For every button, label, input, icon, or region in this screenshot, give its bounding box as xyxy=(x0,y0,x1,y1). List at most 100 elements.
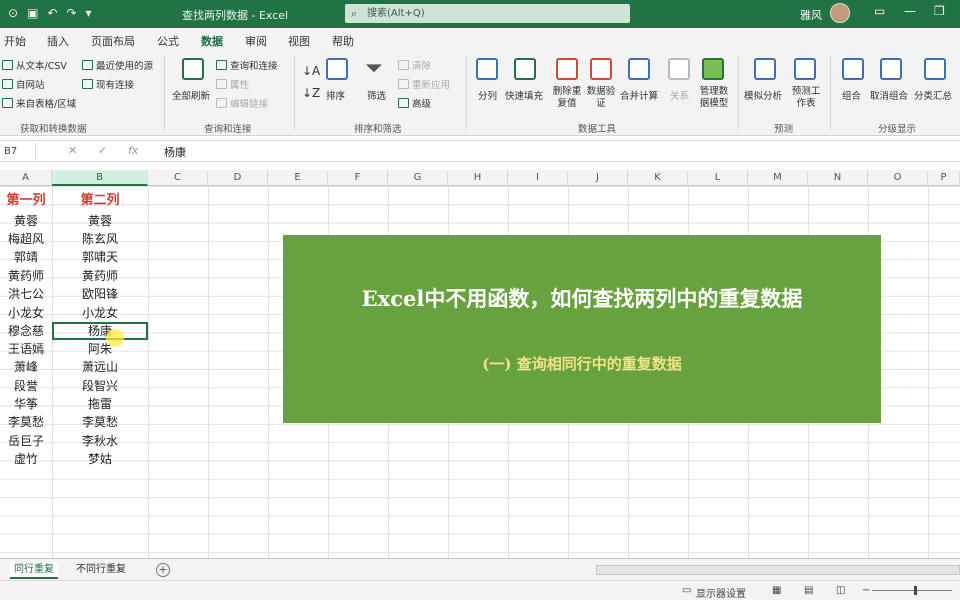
what-if-analysis-button[interactable]: 模拟分析 xyxy=(744,88,782,102)
page-layout-view-icon[interactable]: ▤ xyxy=(804,585,813,596)
cell-b-12[interactable]: 拖雷 xyxy=(52,395,148,412)
cell-b-10[interactable]: 萧远山 xyxy=(52,358,148,375)
name-box[interactable]: B7 xyxy=(0,143,36,160)
avatar[interactable] xyxy=(830,3,850,23)
cell-a-6[interactable]: 洪七公 xyxy=(0,285,52,302)
sheet-tab-same-row[interactable]: 同行重复 xyxy=(10,562,58,579)
cell-a-12[interactable]: 华筝 xyxy=(0,395,52,412)
cell-b-5[interactable]: 黄药师 xyxy=(52,267,148,284)
sort-za-icon[interactable]: ↓Z xyxy=(302,86,320,100)
remove-duplicates-button[interactable]: 删除重复值 xyxy=(552,86,582,110)
data-validation-button[interactable]: 数据验证 xyxy=(586,86,616,110)
tab-view[interactable]: 视图 xyxy=(288,33,310,49)
sort-button[interactable]: 排序 xyxy=(326,88,345,102)
queries-connections-button[interactable]: 查询和连接 xyxy=(216,58,278,72)
manage-data-model-button[interactable]: 管理数据模型 xyxy=(697,86,731,110)
cell-b-3[interactable]: 陈玄风 xyxy=(52,230,148,247)
relationships-button[interactable]: 关系 xyxy=(670,88,689,102)
cell-a-8[interactable]: 穆念慈 xyxy=(0,322,52,339)
header-cell-b[interactable]: 第二列 xyxy=(52,189,148,208)
customize-icon[interactable]: ▾ xyxy=(86,6,92,20)
formula-input[interactable]: 杨康 xyxy=(164,144,186,160)
flash-fill-button[interactable]: 快速填充 xyxy=(505,88,543,102)
edit-links-button[interactable]: 编辑链接 xyxy=(216,96,268,110)
clear-button[interactable]: 清除 xyxy=(398,58,431,72)
subtotal-button[interactable]: 分类汇总 xyxy=(914,88,952,102)
column-header-j[interactable]: J xyxy=(568,170,628,186)
undo-icon[interactable]: ↶ xyxy=(47,6,57,20)
cell-a-13[interactable]: 李莫愁 xyxy=(0,413,52,430)
group-button[interactable]: 组合 xyxy=(842,88,861,102)
cell-a-14[interactable]: 岳巨子 xyxy=(0,432,52,449)
tab-home[interactable]: 开始 xyxy=(4,33,26,49)
cell-a-2[interactable]: 黄蓉 xyxy=(0,212,52,229)
enter-icon[interactable]: ✓ xyxy=(98,144,107,157)
forecast-sheet-button[interactable]: 预测工作表 xyxy=(790,86,822,110)
column-header-a[interactable]: A xyxy=(0,170,52,186)
tab-help[interactable]: 帮助 xyxy=(332,33,354,49)
sort-az-icon[interactable]: ↓A xyxy=(302,64,320,78)
insert-function-icon[interactable]: fx xyxy=(128,144,138,157)
column-header-c[interactable]: C xyxy=(148,170,208,186)
column-header-o[interactable]: O xyxy=(868,170,928,186)
sheet-tab-different-row[interactable]: 不同行重复 xyxy=(72,562,130,579)
cell-a-9[interactable]: 王语嫣 xyxy=(0,340,52,357)
cell-b-11[interactable]: 段智兴 xyxy=(52,377,148,394)
redo-icon[interactable]: ↷ xyxy=(66,6,76,20)
column-header-m[interactable]: M xyxy=(748,170,808,186)
display-settings-icon[interactable]: ▭ xyxy=(682,585,691,596)
cell-b-6[interactable]: 欧阳锋 xyxy=(52,285,148,302)
user-name[interactable]: 雅风 xyxy=(800,7,822,23)
cell-b-13[interactable]: 李莫愁 xyxy=(52,413,148,430)
column-header-h[interactable]: H xyxy=(448,170,508,186)
recent-sources-button[interactable]: 最近使用的源 xyxy=(82,58,153,72)
column-header-d[interactable]: D xyxy=(208,170,268,186)
filter-button[interactable]: 筛选 xyxy=(367,88,386,102)
cell-b-4[interactable]: 郭啸天 xyxy=(52,248,148,265)
restore-icon[interactable]: ❐ xyxy=(934,4,945,18)
page-break-view-icon[interactable]: ◫ xyxy=(836,585,845,596)
column-header-k[interactable]: K xyxy=(628,170,688,186)
horizontal-scrollbar[interactable] xyxy=(596,565,960,575)
consolidate-button[interactable]: 合并计算 xyxy=(620,88,658,102)
column-header-l[interactable]: L xyxy=(688,170,748,186)
column-header-e[interactable]: E xyxy=(268,170,328,186)
tab-review[interactable]: 审阅 xyxy=(245,33,267,49)
cell-a-3[interactable]: 梅超风 xyxy=(0,230,52,247)
cell-b-7[interactable]: 小龙女 xyxy=(52,304,148,321)
zoom-slider-handle[interactable] xyxy=(914,586,917,595)
from-web-button[interactable]: 自网站 xyxy=(2,77,45,91)
column-header-p[interactable]: P xyxy=(928,170,960,186)
add-sheet-icon[interactable]: + xyxy=(156,563,170,577)
minimize-icon[interactable]: — xyxy=(904,4,916,18)
cell-a-10[interactable]: 萧峰 xyxy=(0,358,52,375)
cell-a-11[interactable]: 段誉 xyxy=(0,377,52,394)
header-cell-a[interactable]: 第一列 xyxy=(0,189,52,208)
cell-a-5[interactable]: 黄药师 xyxy=(0,267,52,284)
cell-a-15[interactable]: 虚竹 xyxy=(0,450,52,467)
zoom-out-icon[interactable]: − xyxy=(862,585,870,596)
save-icon[interactable]: ▣ xyxy=(27,6,38,20)
normal-view-icon[interactable]: ▦ xyxy=(772,585,781,596)
from-table-button[interactable]: 来自表格/区域 xyxy=(2,96,76,110)
cell-a-4[interactable]: 郭靖 xyxy=(0,248,52,265)
from-text-csv-button[interactable]: 从文本/CSV xyxy=(2,58,67,72)
refresh-all-button[interactable]: 全部刷新 xyxy=(172,88,210,102)
existing-connections-button[interactable]: 现有连接 xyxy=(82,77,134,91)
column-header-b[interactable]: B xyxy=(52,170,148,186)
tab-formulas[interactable]: 公式 xyxy=(157,33,179,49)
column-header-g[interactable]: G xyxy=(388,170,448,186)
cell-b-15[interactable]: 梦姑 xyxy=(52,450,148,467)
text-to-columns-button[interactable]: 分列 xyxy=(478,88,497,102)
cell-b-2[interactable]: 黄蓉 xyxy=(52,212,148,229)
cell-b-9[interactable]: 阿朱 xyxy=(52,340,148,357)
reapply-button[interactable]: 重新应用 xyxy=(398,77,450,91)
column-header-i[interactable]: I xyxy=(508,170,568,186)
advanced-filter-button[interactable]: 高级 xyxy=(398,96,431,110)
tab-page-layout[interactable]: 页面布局 xyxy=(91,33,135,49)
search-box[interactable]: ⌕ 搜索(Alt+Q) xyxy=(345,4,630,23)
display-settings-button[interactable]: 显示器设置 xyxy=(696,585,746,600)
ungroup-button[interactable]: 取消组合 xyxy=(870,88,908,102)
tab-insert[interactable]: 插入 xyxy=(47,33,69,49)
cancel-icon[interactable]: ✕ xyxy=(68,144,77,157)
